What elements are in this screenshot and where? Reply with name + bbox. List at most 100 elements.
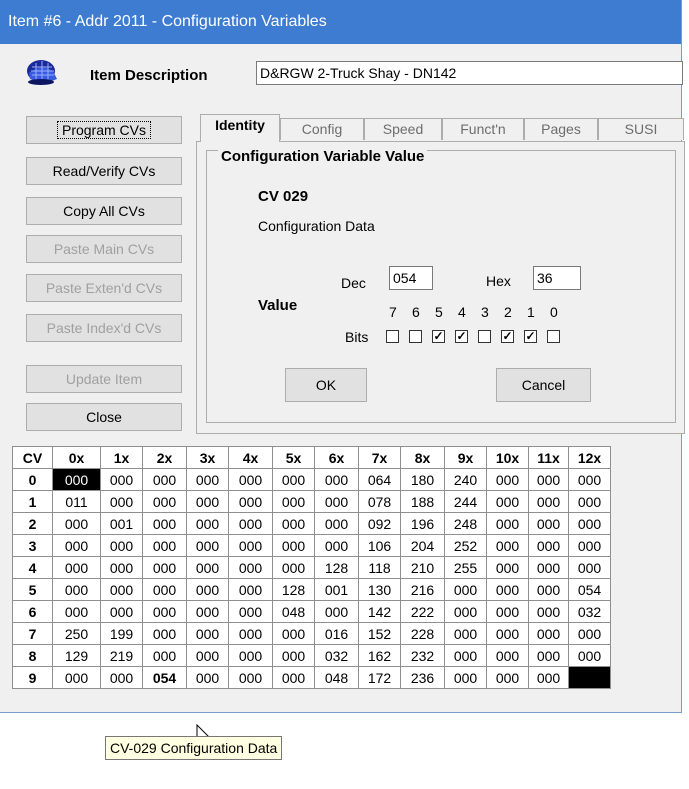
cv-cell[interactable]: 162 (358, 644, 401, 667)
cv-cell[interactable]: 016 (314, 622, 359, 645)
cv-cell[interactable]: 000 (100, 468, 143, 491)
cv-cell[interactable]: 092 (358, 512, 401, 535)
tab-pages[interactable]: Pages (524, 118, 598, 140)
cv-cell[interactable]: 000 (100, 534, 143, 557)
dec-value-input[interactable]: 054 (389, 266, 433, 290)
cv-cell[interactable]: 000 (528, 622, 569, 645)
cv-cell[interactable]: 000 (314, 490, 359, 513)
cv-cell[interactable]: 000 (100, 600, 143, 623)
cv-cell[interactable]: 000 (528, 666, 569, 689)
cv-cell[interactable]: 000 (568, 468, 611, 491)
cv-cell[interactable]: 000 (444, 578, 487, 601)
cancel-button[interactable]: Cancel (496, 368, 591, 402)
close-button[interactable]: Close (26, 403, 182, 431)
cv-cell[interactable]: 032 (314, 644, 359, 667)
cv-cell[interactable]: 204 (400, 534, 445, 557)
cv-cell[interactable]: 188 (400, 490, 445, 513)
cv-cell[interactable]: 000 (528, 490, 569, 513)
cv-cell[interactable]: 000 (142, 468, 187, 491)
cv-cell[interactable]: 000 (568, 556, 611, 579)
cv-cell[interactable]: 000 (272, 556, 315, 579)
cv-cell[interactable]: 000 (272, 468, 315, 491)
cv-cell[interactable]: 000 (52, 600, 101, 623)
cv-cell[interactable]: 000 (486, 644, 529, 667)
cv-cell[interactable]: 000 (186, 666, 229, 689)
cv-cell[interactable]: 000 (142, 578, 187, 601)
cv-cell[interactable]: 000 (528, 534, 569, 557)
cv-cell[interactable]: 000 (228, 556, 273, 579)
cv-cell[interactable]: 000 (228, 666, 273, 689)
cv-cell[interactable]: 001 (100, 512, 143, 535)
cv-cell[interactable]: 000 (52, 512, 101, 535)
cv-cell[interactable]: 000 (228, 490, 273, 513)
cv-cell[interactable]: 054 (142, 666, 187, 689)
hex-value-input[interactable]: 36 (533, 266, 581, 290)
cv-cell[interactable]: 000 (52, 556, 101, 579)
tab-functn[interactable]: Funct'n (442, 118, 524, 140)
cv-cell[interactable]: 000 (528, 600, 569, 623)
cv-cell[interactable]: 142 (358, 600, 401, 623)
cv-cell[interactable]: 000 (272, 644, 315, 667)
cv-cell[interactable]: 250 (52, 622, 101, 645)
cv-cell[interactable]: 000 (486, 578, 529, 601)
cv-cell[interactable]: 000 (186, 622, 229, 645)
cv-cell[interactable]: 000 (142, 512, 187, 535)
bit-7-checkbox[interactable] (386, 330, 399, 343)
cv-cell[interactable]: 000 (272, 666, 315, 689)
cv-cell[interactable]: 129 (52, 644, 101, 667)
cv-cell[interactable]: 000 (486, 622, 529, 645)
cv-cell[interactable]: 000 (186, 644, 229, 667)
cv-cell[interactable]: 000 (142, 600, 187, 623)
cv-cell[interactable]: 130 (358, 578, 401, 601)
cv-cell[interactable]: 199 (100, 622, 143, 645)
cv-cell[interactable]: 000 (528, 578, 569, 601)
cv-cell[interactable]: 000 (486, 534, 529, 557)
cv-cell[interactable]: 000 (568, 512, 611, 535)
cv-cell[interactable]: 000 (228, 578, 273, 601)
cv-cell[interactable]: 216 (400, 578, 445, 601)
program-cvs-button[interactable]: Program CVs (26, 116, 182, 144)
cv-cell[interactable]: 228 (400, 622, 445, 645)
read-verify-cvs-button[interactable]: Read/Verify CVs (26, 157, 182, 185)
cv-cell[interactable]: 001 (314, 578, 359, 601)
cv-cell[interactable]: 048 (314, 666, 359, 689)
cv-cell[interactable]: 000 (314, 512, 359, 535)
cv-cell[interactable]: 000 (186, 578, 229, 601)
cv-cell[interactable]: 128 (314, 556, 359, 579)
cv-cell[interactable]: 000 (444, 644, 487, 667)
cv-cell[interactable] (568, 666, 611, 689)
cv-cell[interactable]: 236 (400, 666, 445, 689)
cv-cell[interactable]: 000 (142, 622, 187, 645)
cv-cell[interactable]: 011 (52, 490, 101, 513)
cv-cell[interactable]: 000 (568, 534, 611, 557)
cv-cell[interactable]: 210 (400, 556, 445, 579)
bit-2-checkbox[interactable]: ✓ (501, 330, 514, 343)
cv-cell[interactable]: 064 (358, 468, 401, 491)
cv-cell[interactable]: 128 (272, 578, 315, 601)
bit-6-checkbox[interactable] (409, 330, 422, 343)
cv-cell[interactable]: 000 (486, 600, 529, 623)
cv-cell[interactable]: 106 (358, 534, 401, 557)
cv-cell[interactable]: 000 (142, 556, 187, 579)
cv-cell[interactable]: 000 (314, 600, 359, 623)
cv-cell[interactable]: 252 (444, 534, 487, 557)
cv-cell[interactable]: 000 (142, 534, 187, 557)
cv-cell[interactable]: 032 (568, 600, 611, 623)
cv-cell[interactable]: 000 (444, 622, 487, 645)
cv-cell[interactable]: 000 (528, 512, 569, 535)
cv-cell[interactable]: 000 (314, 468, 359, 491)
cv-cell[interactable]: 000 (486, 490, 529, 513)
cv-cell[interactable]: 000 (52, 534, 101, 557)
cv-cell[interactable]: 000 (228, 468, 273, 491)
paste-index-cvs-button[interactable]: Paste Index'd CVs (26, 314, 182, 342)
cv-cell[interactable]: 048 (272, 600, 315, 623)
cv-cell[interactable]: 180 (400, 468, 445, 491)
copy-all-cvs-button[interactable]: Copy All CVs (26, 197, 182, 225)
cv-cell[interactable]: 000 (272, 512, 315, 535)
cv-cell[interactable]: 000 (528, 468, 569, 491)
bit-3-checkbox[interactable] (478, 330, 491, 343)
ok-button[interactable]: OK (285, 368, 367, 402)
tab-config[interactable]: Config (280, 118, 364, 140)
cv-cell[interactable]: 000 (272, 622, 315, 645)
bit-5-checkbox[interactable]: ✓ (432, 330, 445, 343)
